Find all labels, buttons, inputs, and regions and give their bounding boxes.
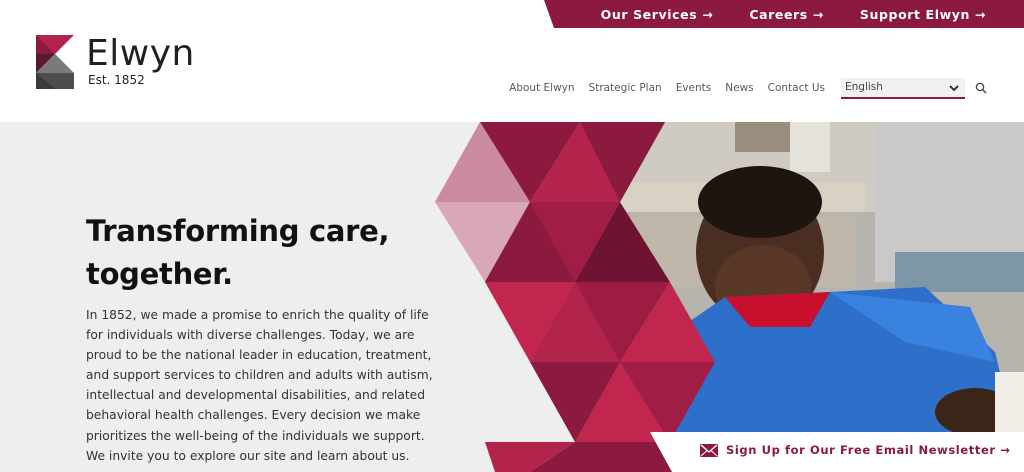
logo-name: Elwyn bbox=[86, 33, 195, 74]
language-select[interactable]: English bbox=[841, 77, 965, 99]
site-logo[interactable]: Elwyn Est. 1852 bbox=[36, 35, 195, 89]
nav-link-contact-us[interactable]: Contact Us bbox=[768, 82, 825, 94]
search-icon[interactable] bbox=[975, 82, 987, 94]
newsletter-signup[interactable]: Sign Up for Our Free Email Newsletter → bbox=[650, 432, 1024, 472]
nav-link-events[interactable]: Events bbox=[676, 82, 712, 94]
hero-triangle-pattern bbox=[435, 122, 715, 472]
hero-title-line-1: Transforming care, bbox=[86, 214, 390, 248]
logo-established: Est. 1852 bbox=[88, 73, 145, 87]
page: Our Services → Careers → Support Elwyn →… bbox=[0, 0, 1024, 472]
hero: Transforming care, together. In 1852, we… bbox=[0, 122, 1024, 472]
language-select-value: English bbox=[845, 80, 883, 93]
utility-bar: Our Services → Careers → Support Elwyn → bbox=[544, 0, 1024, 28]
chevron-down-icon bbox=[949, 84, 959, 91]
main-nav: About Elwyn Strategic Plan Events News C… bbox=[509, 77, 987, 99]
nav-link-strategic-plan[interactable]: Strategic Plan bbox=[589, 82, 662, 94]
utility-link-our-services[interactable]: Our Services → bbox=[601, 7, 714, 22]
logo-text: Elwyn Est. 1852 bbox=[86, 33, 195, 88]
logo-mark-icon bbox=[36, 35, 74, 89]
utility-link-support-elwyn[interactable]: Support Elwyn → bbox=[860, 7, 986, 22]
nav-link-about-elwyn[interactable]: About Elwyn bbox=[509, 82, 574, 94]
newsletter-label: Sign Up for Our Free Email Newsletter → bbox=[726, 443, 1011, 457]
hero-title-line-2: together. bbox=[86, 257, 233, 291]
envelope-icon bbox=[700, 443, 718, 457]
hero-title: Transforming care, together. bbox=[86, 210, 466, 296]
utility-links: Our Services → Careers → Support Elwyn → bbox=[601, 0, 986, 28]
nav-link-news[interactable]: News bbox=[725, 82, 753, 94]
newsletter-link[interactable]: Sign Up for Our Free Email Newsletter → bbox=[700, 443, 1010, 457]
utility-link-careers[interactable]: Careers → bbox=[749, 7, 824, 22]
hero-body: In 1852, we made a promise to enrich the… bbox=[86, 308, 433, 463]
